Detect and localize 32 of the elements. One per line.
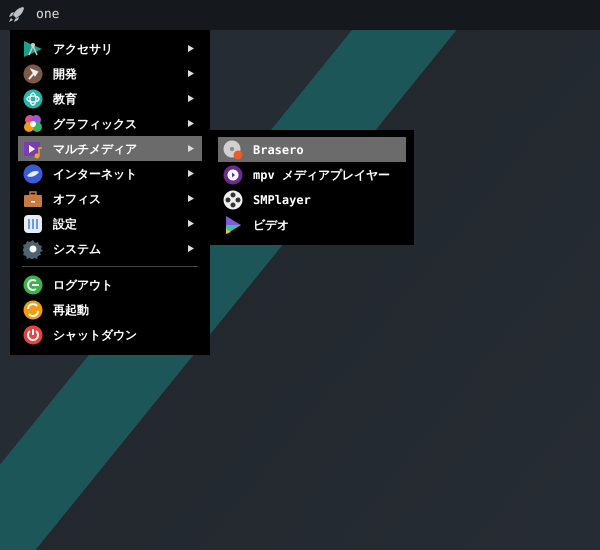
menu-item[interactable]: 再起動 [18, 297, 202, 322]
sliders-icon [23, 214, 43, 234]
menu-item[interactable]: Brasero [218, 137, 406, 162]
menu-item[interactable]: SMPlayer [218, 187, 406, 212]
menu-item[interactable]: ログアウト [18, 272, 202, 297]
menu-item[interactable]: オフィス [18, 186, 202, 211]
menu-item[interactable]: マルチメディア [18, 136, 202, 161]
accessories-icon [23, 38, 43, 58]
menu-item[interactable]: mpv メディアプレイヤー [218, 162, 406, 187]
atom-icon [23, 88, 43, 108]
disc-icon [223, 140, 243, 160]
globe-icon [23, 164, 43, 184]
briefcase-icon [23, 188, 43, 208]
menu-item[interactable]: 設定 [18, 211, 202, 236]
menu-item[interactable]: ビデオ [218, 212, 406, 237]
film-reel-icon [223, 190, 243, 210]
menu-item[interactable]: グラフィックス [18, 111, 202, 136]
menu-item[interactable]: 教育 [18, 86, 202, 111]
rocket-icon[interactable] [6, 5, 26, 25]
menu-item[interactable]: インターネット [18, 161, 202, 186]
logout-icon [23, 274, 43, 294]
restart-icon [23, 300, 43, 320]
play-icon [223, 164, 243, 184]
flower-icon [23, 114, 43, 134]
menu-item[interactable]: システム [18, 236, 202, 261]
menu-item[interactable]: シャットダウン [18, 322, 202, 347]
gear-icon [23, 238, 43, 258]
panel-title[interactable]: one [36, 5, 60, 25]
menu-item[interactable]: アクセサリ [18, 36, 202, 61]
play-icon [223, 214, 243, 234]
menu-item[interactable]: 開発 [18, 61, 202, 86]
power-icon [23, 324, 43, 344]
